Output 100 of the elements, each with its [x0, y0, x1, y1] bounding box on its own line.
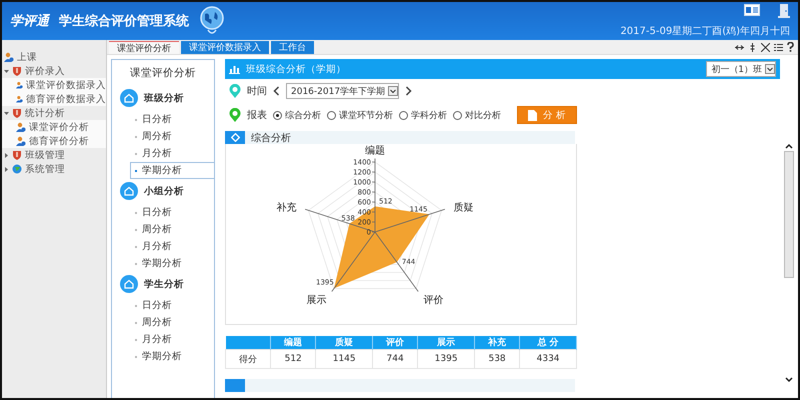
- help-icon[interactable]: [787, 42, 794, 52]
- id-card-icon[interactable]: [744, 4, 760, 16]
- user-icon: [16, 136, 26, 146]
- axis-label: 展示: [306, 294, 326, 306]
- collapse-icon[interactable]: [735, 42, 744, 52]
- axis-label: 质疑: [454, 202, 474, 214]
- sidebar-item[interactable]: 上课: [2, 50, 106, 64]
- nav-title: 课堂评价分析: [129, 66, 197, 80]
- section-heading: 小组分析: [144, 184, 184, 198]
- table-cell: 1395: [418, 350, 475, 368]
- section-heading: 学生分析: [144, 278, 184, 290]
- fullscreen-icon[interactable]: [761, 42, 770, 52]
- term-select[interactable]: 2016-2017学年下学期: [286, 83, 400, 99]
- sidebar-item[interactable]: 课堂评价数据录入: [2, 78, 106, 92]
- shield-icon: [12, 108, 22, 118]
- axis-label: 评价: [424, 294, 444, 306]
- bar-chart-icon: [229, 64, 240, 74]
- class-select[interactable]: 初一（1）班: [706, 61, 776, 77]
- section-title: 综合分析: [251, 132, 291, 144]
- column-header: 评价: [372, 336, 418, 350]
- sidebar-item[interactable]: 德育评价数据录入: [2, 92, 106, 106]
- radio-icon[interactable]: [273, 110, 282, 120]
- nav-item[interactable]: 日分析: [112, 204, 214, 221]
- list-icon[interactable]: [774, 42, 783, 52]
- section-heading: 班级分析: [144, 92, 184, 104]
- location-pin-icon: [229, 108, 241, 122]
- column-header: 补充: [474, 336, 520, 350]
- nav-item[interactable]: 日分析: [112, 111, 214, 128]
- table-cell: 512: [270, 350, 316, 368]
- radio-icon[interactable]: [453, 110, 462, 120]
- globe-icon: [12, 164, 22, 174]
- axis-label: 编题: [365, 145, 385, 156]
- user-icon: [16, 122, 26, 132]
- sidebar-item[interactable]: 评价录入: [2, 64, 106, 78]
- app-title: 学生综合评价管理系统: [59, 12, 189, 30]
- sidebar-item[interactable]: 统计分析: [2, 106, 106, 120]
- panel-title: 班级综合分析（学期）: [246, 62, 346, 76]
- sidebar-item[interactable]: 班级管理: [2, 148, 106, 162]
- location-pin-icon: [229, 84, 241, 98]
- user-icon: [16, 94, 23, 104]
- report-radio[interactable]: 课堂环节分析: [327, 108, 393, 122]
- shield-icon: [12, 66, 22, 76]
- caret-icon[interactable]: [4, 152, 9, 158]
- nav-item[interactable]: 日分析: [112, 297, 214, 314]
- diamond-icon: [230, 133, 240, 142]
- nav-item[interactable]: 周分析: [112, 314, 214, 331]
- home-icon: [120, 275, 138, 293]
- globe-icon: [199, 6, 225, 36]
- nav-item[interactable]: 学期分析: [112, 348, 214, 365]
- report-label: 报表: [247, 108, 267, 122]
- nav-item[interactable]: 月分析: [112, 238, 214, 255]
- tab[interactable]: 课堂评价数据录入: [181, 41, 269, 54]
- document-icon: [528, 110, 537, 120]
- nav-item[interactable]: 月分析: [112, 331, 214, 348]
- table-cell: 538: [474, 350, 520, 368]
- sidebar-item[interactable]: 德育评价分析: [2, 134, 106, 148]
- door-icon[interactable]: [778, 4, 790, 18]
- nav-item[interactable]: 周分析: [112, 221, 214, 238]
- time-label: 时间: [247, 84, 267, 98]
- tab[interactable]: 工作台: [271, 41, 314, 54]
- nav-item[interactable]: 学期分析: [112, 255, 214, 272]
- home-icon: [120, 182, 138, 200]
- column-header: 编题: [270, 336, 316, 350]
- sidebar-item[interactable]: 课堂评价分析: [2, 120, 106, 134]
- column-header: 总 分: [520, 336, 576, 350]
- radio-icon[interactable]: [327, 110, 336, 120]
- caret-icon[interactable]: [4, 166, 9, 172]
- nav-item[interactable]: 月分析: [112, 145, 214, 162]
- table-cell: 得分: [226, 350, 271, 368]
- report-radio[interactable]: 综合分析: [273, 108, 321, 122]
- logo: 学评通: [10, 13, 49, 30]
- column-header: 展示: [418, 336, 475, 350]
- shield-icon: [12, 150, 22, 160]
- caret-icon[interactable]: [4, 110, 9, 116]
- next-icon[interactable]: [405, 86, 412, 96]
- scrollbar-thumb[interactable]: [784, 151, 794, 278]
- previous-icon[interactable]: [273, 86, 280, 96]
- table-cell: 744: [372, 350, 418, 368]
- caret-icon[interactable]: [4, 68, 9, 74]
- scroll-down-icon[interactable]: [785, 377, 793, 383]
- home-icon: [120, 89, 138, 107]
- expand-icon[interactable]: [748, 42, 757, 52]
- column-header: [226, 336, 271, 350]
- dropdown-icon: [388, 86, 398, 96]
- tab[interactable]: 课堂评价分析: [109, 41, 179, 54]
- user-icon: [4, 52, 14, 62]
- nav-item[interactable]: 周分析: [112, 128, 214, 145]
- report-radio[interactable]: 对比分析: [453, 108, 501, 122]
- column-header: 质疑: [316, 336, 373, 350]
- scroll-up-icon[interactable]: [785, 143, 793, 149]
- report-radio[interactable]: 学科分析: [399, 108, 447, 122]
- table-cell: 4334: [520, 350, 576, 368]
- dropdown-icon: [765, 64, 775, 74]
- axis-label: 补充: [276, 202, 296, 214]
- date-text: 2017-5-09星期二丁酉(鸡)年四月十四: [620, 24, 790, 38]
- sidebar-item[interactable]: 系统管理: [2, 162, 106, 176]
- user-icon: [16, 80, 23, 90]
- nav-item[interactable]: 学期分析: [130, 162, 214, 179]
- radio-icon[interactable]: [399, 110, 408, 120]
- table-cell: 1145: [316, 350, 373, 368]
